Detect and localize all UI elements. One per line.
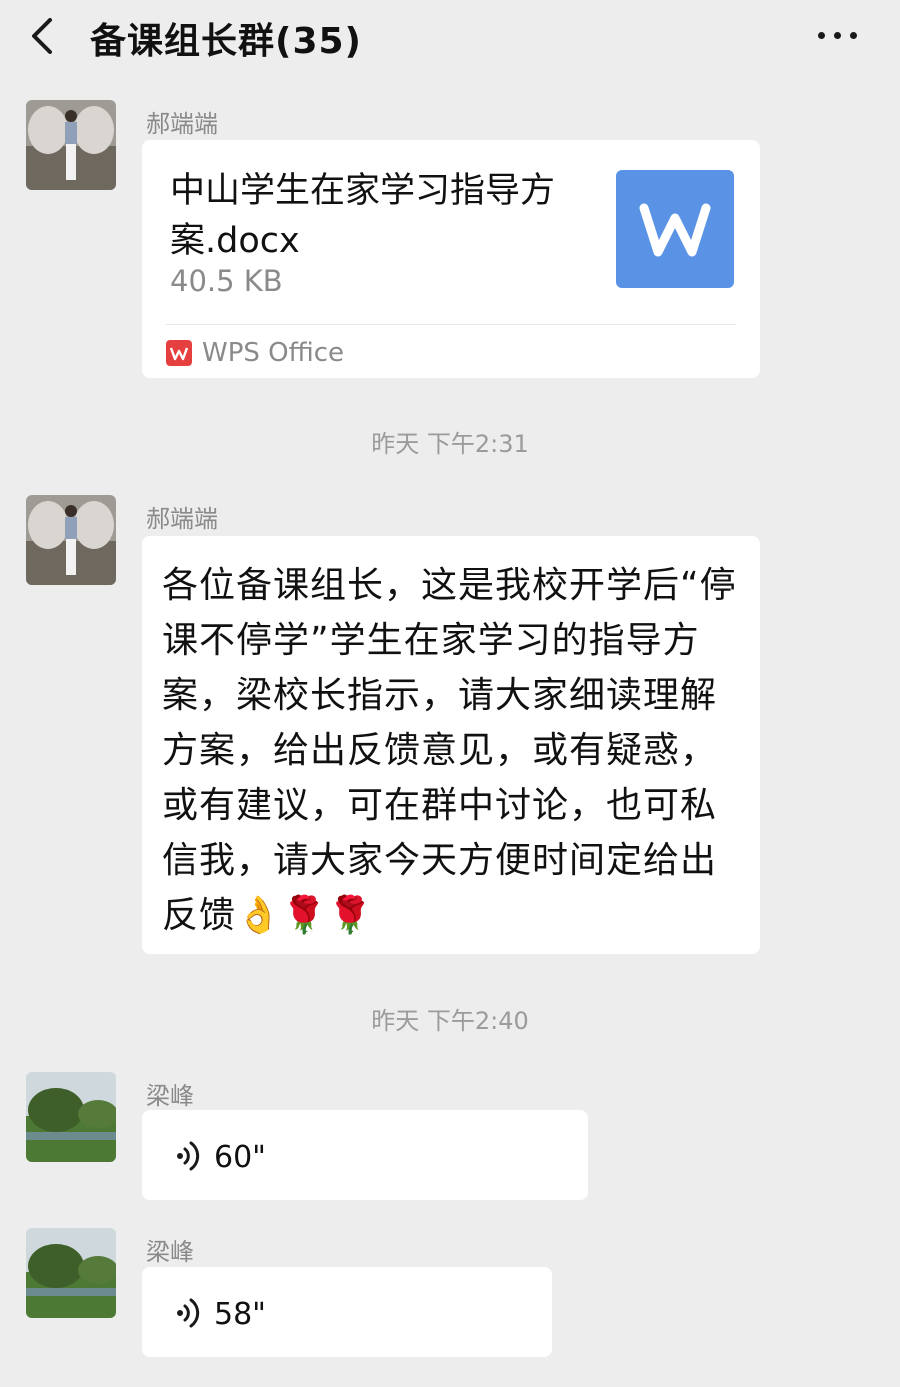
voice-duration: 60" [214, 1140, 266, 1175]
file-name: 中山学生在家学习指导方案.docx [170, 171, 556, 261]
voice-duration: 58" [214, 1297, 266, 1332]
message-text: 各位备课组长，这是我校开学后“停课不停学”学生在家学习的指导方案，梁校长指示，请… [162, 565, 737, 936]
avatar-sender-2[interactable] [26, 1228, 116, 1318]
source-app-label: WPS Office [202, 338, 345, 368]
voice-wave-icon [172, 1138, 204, 1174]
file-size: 40.5 KB [170, 264, 283, 298]
chat-header: 备课组长群(35) [0, 0, 900, 80]
text-message-bubble[interactable]: 各位备课组长，这是我校开学后“停课不停学”学生在家学习的指导方案，梁校长指示，请… [142, 536, 760, 954]
timestamp: 昨天 下午2:40 [371, 1007, 529, 1035]
sender-name: 郝端端 [146, 505, 218, 533]
sender-name: 梁峰 [146, 1082, 194, 1110]
voice-message-bubble[interactable]: 60" [142, 1110, 588, 1200]
file-message-card[interactable]: 中山学生在家学习指导方案.docx 40.5 KB WPS Office [142, 140, 760, 378]
timestamp: 昨天 下午2:31 [371, 430, 529, 458]
avatar-sender-1[interactable] [26, 495, 116, 585]
voice-wave-icon [172, 1295, 204, 1331]
more-options-icon[interactable] [816, 28, 860, 44]
divider [166, 324, 736, 325]
avatar-sender-1[interactable] [26, 100, 116, 190]
avatar-sender-2[interactable] [26, 1072, 116, 1162]
sender-name: 梁峰 [146, 1238, 194, 1266]
voice-message-bubble[interactable]: 58" [142, 1267, 552, 1357]
chat-title: 备课组长群(35) [90, 21, 363, 62]
word-document-icon [616, 170, 734, 288]
sender-name: 郝端端 [146, 110, 218, 138]
back-icon[interactable] [26, 14, 66, 58]
wps-office-icon [166, 340, 192, 366]
